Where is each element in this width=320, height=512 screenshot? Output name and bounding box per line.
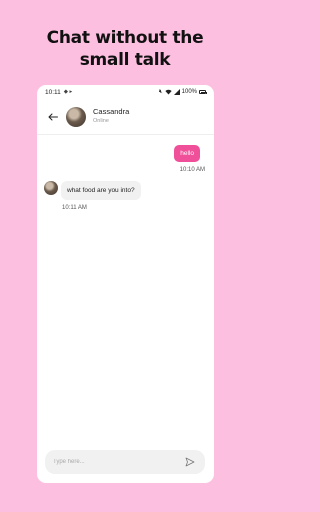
message-input[interactable] xyxy=(53,459,183,465)
notification-icons: ◆ ▸ xyxy=(63,89,73,95)
status-bar: 10:11 ◆ ▸ 🔇︎ 100% xyxy=(37,85,214,99)
contact-avatar[interactable] xyxy=(66,106,86,127)
message-timestamp: 10:10 AM xyxy=(179,167,205,173)
status-time: 10:11 xyxy=(45,88,61,96)
contact-status: Online xyxy=(93,118,109,124)
sender-avatar xyxy=(44,181,58,195)
message-timestamp: 10:11 AM xyxy=(62,205,87,211)
chat-header: Cassandra Online xyxy=(37,99,214,135)
message-composer xyxy=(45,450,205,474)
message-incoming[interactable]: what food are you into? xyxy=(61,181,141,200)
arrow-left-icon xyxy=(48,113,58,120)
contact-info[interactable]: Cassandra Online xyxy=(93,107,129,126)
back-button[interactable] xyxy=(43,107,63,127)
signal-icon xyxy=(173,89,180,95)
send-button[interactable] xyxy=(183,455,197,469)
headline-line-2: small talk xyxy=(79,50,171,70)
status-right: 🔇︎ 100% xyxy=(158,88,207,96)
mute-icon: 🔇︎ xyxy=(158,88,163,95)
send-icon xyxy=(185,457,195,467)
message-list: hello 10:10 AM what food are you into? 1… xyxy=(37,135,214,445)
message-incoming-row: what food are you into? xyxy=(44,181,141,200)
message-outgoing[interactable]: hello xyxy=(174,145,200,162)
phone-screen: 10:11 ◆ ▸ 🔇︎ 100% Cassandra Online hello xyxy=(37,85,214,483)
battery-percent: 100% xyxy=(181,89,197,95)
contact-name: Cassandra xyxy=(93,107,130,116)
battery-icon xyxy=(199,90,207,94)
wifi-icon xyxy=(164,89,172,95)
headline-line-1: Chat without the xyxy=(46,28,204,48)
promo-headline: Chat without the small talk xyxy=(0,27,250,71)
